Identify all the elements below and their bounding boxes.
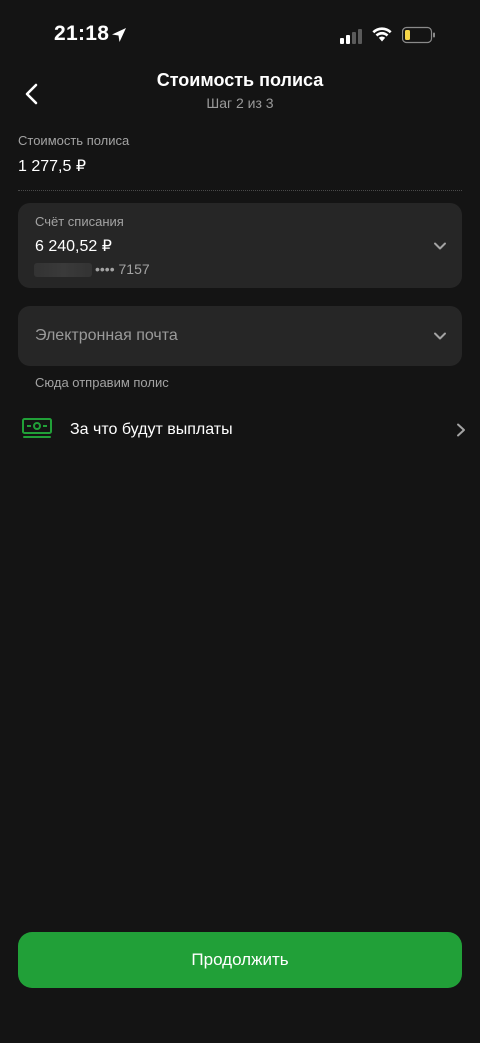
price-value: 1 277,5 ₽ [18,158,87,175]
battery-icon [402,26,435,44]
email-placeholder: Электронная почта [35,327,178,344]
location-arrow-icon [112,28,126,42]
cellular-signal-icon [340,29,362,44]
status-bar: 21:18 [0,0,480,70]
money-icon [22,418,52,438]
price-label: Стоимость полиса [18,133,130,148]
status-time: 21:18 [54,22,110,45]
payouts-label: За что будут выплаты [70,421,233,438]
masked-card-name [34,263,92,277]
page-title: Стоимость полиса [156,70,324,90]
chevron-down-icon [434,332,446,340]
account-label: Счёт списания [35,214,124,229]
account-selector[interactable]: Счёт списания 6 240,52 ₽ •••• 7157 [18,203,462,288]
chevron-down-icon [434,242,446,250]
step-indicator: Шаг 2 из 3 [206,95,274,111]
header: Стоимость полиса Шаг 2 из 3 [0,70,480,120]
chevron-right-icon [457,423,465,437]
email-hint: Сюда отправим полис [35,375,169,390]
payouts-info-link[interactable]: За что будут выплаты [18,408,468,452]
continue-button[interactable]: Продолжить [18,932,462,988]
wifi-icon [372,27,392,42]
email-field[interactable]: Электронная почта [18,306,462,366]
dotted-divider [18,190,462,191]
card-number: •••• 7157 [95,261,150,277]
account-balance: 6 240,52 ₽ [35,238,112,255]
